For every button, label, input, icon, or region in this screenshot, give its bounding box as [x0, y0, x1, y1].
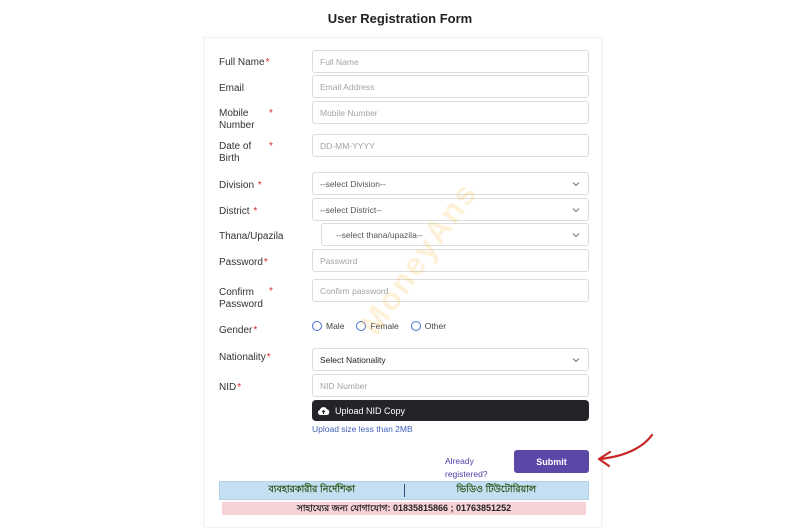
district-select[interactable]: --select District--	[312, 198, 589, 221]
chevron-down-icon	[572, 182, 580, 187]
district-label: District *	[219, 206, 258, 217]
full-name-input[interactable]: Full Name	[312, 50, 589, 73]
password-label: Password*	[219, 257, 268, 268]
mobile-required-mark: *	[269, 108, 273, 119]
full-name-label: Full Name*	[219, 57, 270, 68]
confirm-password-required-mark: *	[269, 286, 273, 297]
radio-button[interactable]	[410, 321, 421, 331]
radio-button[interactable]	[312, 321, 322, 331]
gender-label: Gender*	[219, 325, 258, 336]
chevron-down-icon	[572, 358, 580, 363]
upload-size-hint: Upload size less than 2MB	[312, 424, 413, 434]
email-label: Email	[219, 83, 245, 94]
gender-option-female[interactable]: Female	[356, 321, 399, 331]
nationality-select[interactable]: Select Nationality	[312, 348, 589, 371]
nid-label: NID*	[219, 382, 242, 393]
submit-button[interactable]: Submit	[514, 450, 589, 473]
gender-radio-group: Male Female Other	[312, 319, 458, 333]
nationality-label: Nationality*	[219, 352, 271, 363]
already-registered-link[interactable]: Already registered?	[445, 455, 488, 481]
guide-bar: ব্যবহারকারীর নির্দেশিকা ভিডিও টিউটোরিয়া…	[219, 481, 589, 500]
chevron-down-icon	[572, 208, 580, 213]
thana-label: Thana/Upazila	[219, 231, 284, 242]
confirm-password-label: Confirm Password	[219, 287, 263, 310]
gender-option-male[interactable]: Male	[312, 321, 344, 331]
upload-nid-button[interactable]: Upload NID Copy	[312, 400, 589, 421]
page-title: User Registration Form	[327, 11, 473, 26]
chevron-down-icon	[572, 233, 580, 238]
red-arrow-annotation	[597, 433, 654, 468]
video-tutorial-link[interactable]: ভিডিও টিউটোরিয়াল	[405, 483, 589, 498]
radio-button[interactable]	[356, 321, 367, 331]
email-input[interactable]: Email Address	[312, 75, 589, 98]
gender-option-other[interactable]: Other	[410, 321, 446, 331]
mobile-input[interactable]: Mobile Number	[312, 101, 589, 124]
password-input[interactable]: Password	[312, 249, 589, 272]
dob-input[interactable]: DD-MM-YYYY	[312, 134, 589, 157]
cloud-upload-icon	[317, 406, 330, 415]
confirm-password-input[interactable]: Confirm password	[312, 279, 589, 302]
user-guide-link[interactable]: ব্যবহারকারীর নির্দেশিকা	[220, 483, 404, 498]
nid-input[interactable]: NID Number	[312, 374, 589, 397]
thana-select[interactable]: --select thana/upazila--	[321, 223, 589, 246]
help-contact-bar: সাহায্যের জন্য যোগাযোগ: 01835815866 ; 01…	[222, 502, 586, 515]
division-select[interactable]: --select Division--	[312, 172, 589, 195]
upload-label: Upload NID Copy	[335, 405, 406, 416]
dob-label: Date of Birth	[219, 141, 252, 164]
dob-required-mark: *	[269, 141, 273, 152]
division-label: Division *	[219, 180, 262, 191]
mobile-label: Mobile Number	[219, 108, 255, 131]
